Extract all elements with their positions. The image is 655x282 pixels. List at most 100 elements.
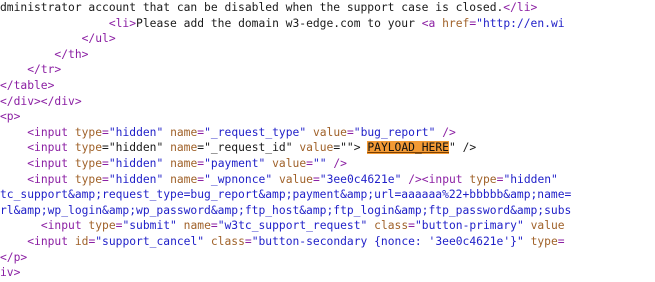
code-line: iv> [0,265,655,280]
code-token: value [299,141,334,155]
code-line: <input type="hidden" name="payment" valu… [0,156,655,171]
code-line: dministrator account that can be disable… [0,0,655,15]
code-token: name [170,141,198,155]
code-line: </tr> [0,62,655,77]
code-token: "http://en.wi [476,16,565,30]
code-token: = [346,125,354,139]
code-token: "support_cancel" [95,235,211,248]
code-token: =""> [333,141,368,155]
code-token: name [170,125,198,139]
code-token: <li> [108,16,137,30]
code-token: <p> [0,110,21,124]
code-token: name [183,219,211,233]
code-token: type [74,125,103,139]
code-token: "hidden" [108,172,171,186]
code-token: "hidden" [108,125,171,139]
code-token: value [312,125,347,139]
code-token: "_request_type" [204,125,313,139]
code-token: value [272,157,307,170]
code-token: type [74,172,103,186]
code-token: class [374,219,409,233]
code-token: <input [27,235,75,248]
code-token: <a [421,16,443,30]
code-token: </div></div> [0,94,82,108]
code-line: </table> [0,78,655,93]
code-token: value [530,219,565,233]
code-token: type [74,157,103,170]
code-token: <input [40,219,89,233]
code-token: "3ee0c4621e" [319,172,409,186]
code-token: = [102,172,109,186]
code-line: <input type="hidden" name="_request_type… [0,125,655,140]
code-token: = [306,157,313,170]
code-token: "payment" [204,157,273,170]
code-line: rl&amp;wp_login&amp;wp_password&amp;ftp_… [0,203,655,218]
code-token: tc_support&amp;request_type=bug_report&a… [0,188,572,202]
code-line: <p> [0,109,655,124]
code-token: </li> [503,1,538,14]
code-token: = [408,219,415,233]
code-token: "" [312,157,334,170]
code-token: = [102,157,109,170]
code-token: " /> [448,141,477,155]
code-token: "w3tc_support_request" [217,219,375,233]
code-token: type [469,172,497,186]
code-token: href [442,16,470,30]
code-token: /> [442,125,456,139]
code-line: </p> [0,250,655,265]
code-line: </ul> [0,31,655,46]
code-token: = [210,219,218,233]
code-line: <input id="support_cancel" class="button… [0,234,655,249]
code-token: id [74,235,89,248]
code-token: </p> [0,250,28,264]
code-token: "hidden" [108,157,171,170]
code-token: value [278,172,313,186]
code-line: <input type="submit" name="w3tc_support_… [0,218,655,233]
code-token: </ul> [81,32,116,46]
code-token: class [210,235,245,248]
code-token: "submit" [122,219,184,233]
code-token: "button-primary" [414,219,531,233]
code-token: name [170,157,198,170]
code-token: <input [27,172,75,186]
code-token: </th> [54,47,89,61]
code-token: = [102,125,109,139]
code-token: = [312,172,320,186]
code-token: /> [333,157,347,170]
code-token: type [88,219,116,233]
code-token: ="hidden" [102,141,171,155]
code-token: "_wpnonce" [204,172,279,186]
code-token: ="_request_id" [197,141,300,155]
code-token: name [170,172,198,186]
source-code-view[interactable]: dministrator account that can be disable… [0,0,655,282]
code-token: "hidden" [503,172,558,186]
code-token: <input [27,125,75,139]
code-line: <input type="hidden" name="_wpnonce" val… [0,172,655,187]
code-token: <input [27,157,75,170]
code-token: = [557,235,565,248]
code-token: "bug_report" [353,125,443,139]
code-token: </table> [0,79,55,92]
code-token: iv> [0,266,21,280]
code-token: "button-secondary {nonce: '3ee0c4621e'}" [251,235,531,248]
code-line: </div></div> [0,94,655,109]
code-token: </tr> [27,63,62,77]
code-token: /><input [408,172,470,186]
code-line: <input type="hidden" name="_request_id" … [0,140,655,155]
code-token: type [74,141,103,155]
code-token: Please add the domain w3-edge.com to you… [136,16,422,30]
code-line: </th> [0,47,655,62]
highlighted-payload: PAYLOAD_HERE [367,141,449,155]
code-token: type [530,235,558,248]
code-token: <input [27,141,75,155]
code-token: = [244,235,252,248]
